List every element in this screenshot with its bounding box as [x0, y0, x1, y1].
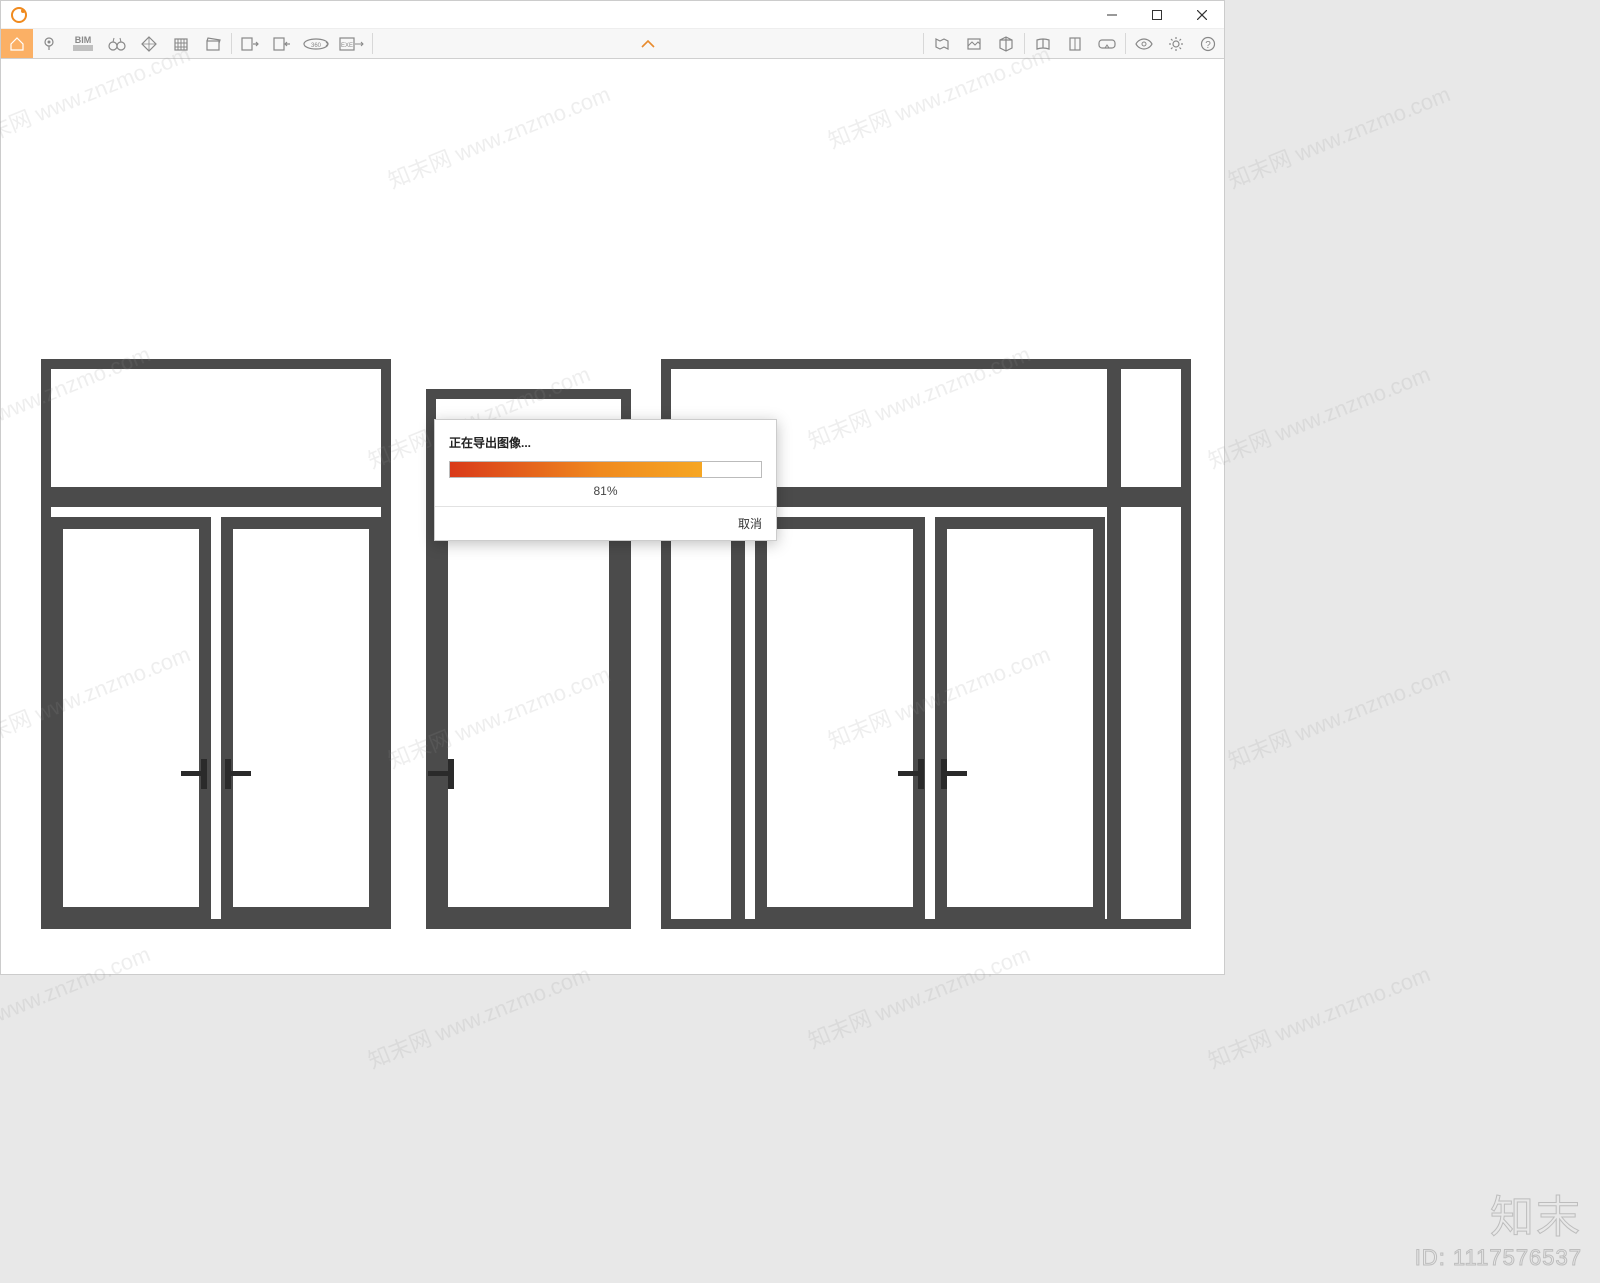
export-exe-icon[interactable]: EXE — [334, 29, 370, 58]
nav-cube-icon[interactable] — [133, 29, 165, 58]
clapper-icon[interactable] — [197, 29, 229, 58]
toolbar-left: BIM 360 — [1, 29, 375, 58]
minimize-button[interactable] — [1089, 1, 1134, 29]
progress-fill — [450, 462, 702, 477]
brand-watermark: 知末 — [1490, 1181, 1582, 1245]
toolbar-right: ? — [921, 29, 1224, 58]
screenshot-icon[interactable] — [958, 29, 990, 58]
svg-text:360: 360 — [311, 43, 322, 49]
panorama-360-icon[interactable]: 360 — [298, 29, 334, 58]
gear-icon[interactable] — [1160, 29, 1192, 58]
export-progress-dialog: 正在导出图像... 81% 取消 — [434, 419, 777, 541]
export-model-icon[interactable] — [266, 29, 298, 58]
eye-icon[interactable] — [1128, 29, 1160, 58]
maximize-button[interactable] — [1134, 1, 1179, 29]
building-icon[interactable] — [165, 29, 197, 58]
map-icon[interactable] — [926, 29, 958, 58]
import-model-icon[interactable] — [234, 29, 266, 58]
binoculars-icon[interactable] — [101, 29, 133, 58]
bim-icon[interactable]: BIM — [65, 29, 101, 58]
svg-text:EXE: EXE — [341, 43, 353, 49]
toolbar-expand-chevron-icon[interactable] — [641, 37, 655, 51]
svg-text:?: ? — [1205, 40, 1211, 51]
dialog-title: 正在导出图像... — [449, 434, 762, 451]
cube-3d-icon[interactable] — [990, 29, 1022, 58]
viewport-3d[interactable]: 正在导出图像... 81% 取消 — [1, 59, 1224, 974]
cancel-button[interactable]: 取消 — [738, 517, 762, 531]
progress-percent-label: 81% — [449, 484, 762, 498]
vr-headset-icon[interactable] — [1091, 29, 1123, 58]
help-icon[interactable]: ? — [1192, 29, 1224, 58]
book-open-icon[interactable] — [1027, 29, 1059, 58]
progress-bar — [449, 461, 762, 478]
home-icon[interactable] — [1, 29, 33, 58]
app-logo-icon — [7, 3, 31, 27]
titlebar — [1, 1, 1224, 29]
window-controls — [1089, 1, 1224, 29]
app-window: BIM 360 — [0, 0, 1225, 975]
toolbar: BIM 360 — [1, 29, 1224, 59]
brand-id-watermark: ID: 1117576537 — [1415, 1245, 1582, 1271]
pin-icon[interactable] — [33, 29, 65, 58]
close-button[interactable] — [1179, 1, 1224, 29]
layers-icon[interactable] — [1059, 29, 1091, 58]
model-door-double-transom — [41, 359, 391, 929]
